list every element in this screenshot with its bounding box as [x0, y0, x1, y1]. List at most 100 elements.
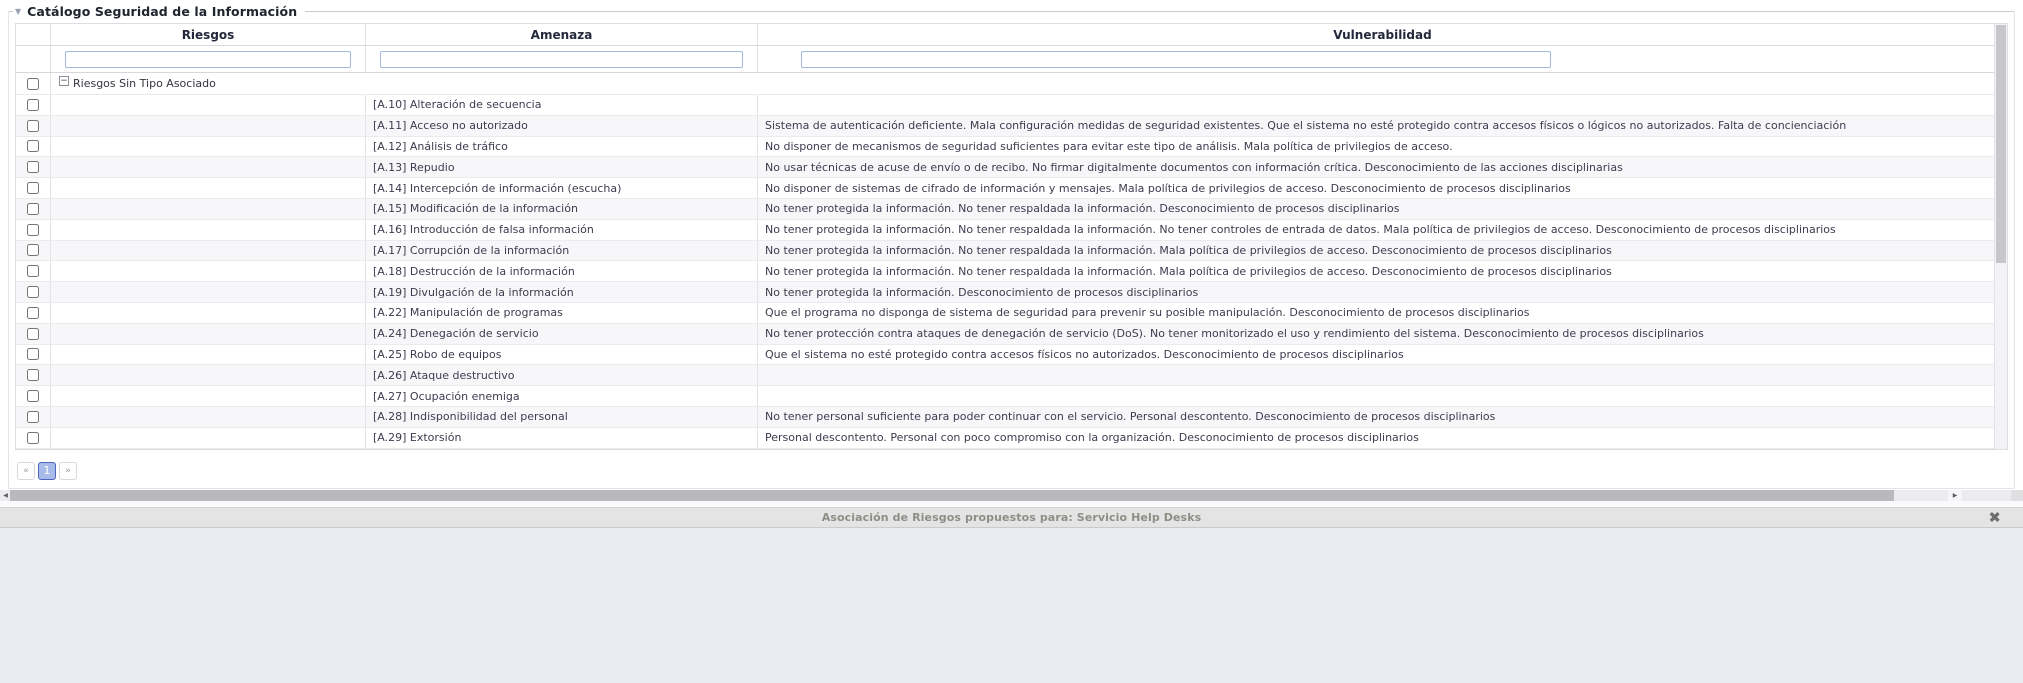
scroll-right-icon[interactable]: ▶	[1948, 490, 1962, 501]
amenaza-cell: [A.29] Extorsión	[366, 428, 758, 448]
vulnerabilidad-cell: Que el programa no disponga de sistema d…	[758, 303, 2007, 323]
table-row[interactable]: [A.24] Denegación de servicio No tener p…	[16, 324, 2007, 345]
collapse-group-icon[interactable]: −	[59, 76, 69, 86]
vulnerabilidad-cell: No disponer de sistemas de cifrado de in…	[758, 178, 2007, 198]
group-checkbox[interactable]	[27, 78, 39, 90]
amenaza-cell: [A.15] Modificación de la información	[366, 199, 758, 219]
vulnerabilidad-cell	[758, 365, 2007, 385]
table-row[interactable]: [A.22] Manipulación de programas Que el …	[16, 303, 2007, 324]
amenaza-cell: [A.28] Indisponibilidad del personal	[366, 407, 758, 427]
vulnerabilidad-cell: Sistema de autenticación deficiente. Mal…	[758, 116, 2007, 136]
row-checkbox[interactable]	[27, 120, 39, 132]
vulnerabilidad-cell: No tener protegida la información. No te…	[758, 241, 2007, 261]
amenaza-cell: [A.27] Ocupación enemiga	[366, 386, 758, 406]
risk-table: Riesgos Amenaza Vulnerabilidad − Riesgos…	[15, 23, 2008, 450]
footer-title: Asociación de Riesgos propuestos para: S…	[822, 511, 1202, 524]
panel-header: ▼ Catálogo Seguridad de la Información	[13, 4, 305, 19]
row-checkbox[interactable]	[27, 161, 39, 173]
header-checkbox-cell	[16, 24, 51, 45]
row-checkbox[interactable]	[27, 265, 39, 277]
vertical-scrollbar-thumb[interactable]	[1996, 25, 2006, 263]
vulnerabilidad-cell: No tener protección contra ataques de de…	[758, 324, 2007, 344]
vulnerabilidad-cell: No tener protegida la información. Desco…	[758, 282, 2007, 302]
riesgos-filter-input[interactable]	[65, 51, 351, 68]
pagination-prev-button[interactable]: «	[17, 462, 35, 480]
amenaza-cell: [A.24] Denegación de servicio	[366, 324, 758, 344]
pagination: « 1 »	[17, 462, 2008, 480]
vulnerabilidad-cell: No disponer de mecanismos de seguridad s…	[758, 137, 2007, 157]
row-checkbox[interactable]	[27, 369, 39, 381]
amenaza-cell: [A.13] Repudio	[366, 157, 758, 177]
table-filter-row	[16, 46, 2007, 73]
collapse-panel-icon[interactable]: ▼	[15, 8, 21, 16]
amenaza-cell: [A.19] Divulgación de la información	[366, 282, 758, 302]
row-checkbox[interactable]	[27, 432, 39, 444]
group-row-riesgos-sin-tipo: − Riesgos Sin Tipo Asociado	[16, 73, 2007, 95]
table-row[interactable]: [A.15] Modificación de la información No…	[16, 199, 2007, 220]
table-row[interactable]: [A.17] Corrupción de la información No t…	[16, 241, 2007, 262]
horizontal-scrollbar[interactable]: ◀ ▶	[0, 490, 2023, 501]
pagination-page-1-button[interactable]: 1	[38, 462, 56, 480]
table-row[interactable]: [A.13] Repudio No usar técnicas de acuse…	[16, 157, 2007, 178]
vulnerabilidad-cell: No tener protegida la información. No te…	[758, 199, 2007, 219]
amenaza-cell: [A.12] Análisis de tráfico	[366, 137, 758, 157]
table-row[interactable]: [A.18] Destrucción de la información No …	[16, 261, 2007, 282]
table-row[interactable]: [A.19] Divulgación de la información No …	[16, 282, 2007, 303]
vulnerabilidad-cell: No usar técnicas de acuse de envío o de …	[758, 157, 2007, 177]
amenaza-cell: [A.26] Ataque destructivo	[366, 365, 758, 385]
column-header-amenaza: Amenaza	[366, 24, 758, 45]
amenaza-cell: [A.10] Alteración de secuencia	[366, 95, 758, 115]
close-icon[interactable]: ✖	[1988, 510, 2001, 525]
vulnerabilidad-cell	[758, 386, 2007, 406]
table-row[interactable]: [A.28] Indisponibilidad del personal No …	[16, 407, 2007, 428]
vulnerabilidad-cell	[758, 95, 2007, 115]
amenaza-cell: [A.25] Robo de equipos	[366, 345, 758, 365]
vulnerabilidad-filter-input[interactable]	[801, 51, 1551, 68]
row-checkbox[interactable]	[27, 307, 39, 319]
table-row[interactable]: [A.25] Robo de equipos Que el sistema no…	[16, 345, 2007, 366]
table-row[interactable]: [A.12] Análisis de tráfico No disponer d…	[16, 137, 2007, 158]
row-checkbox[interactable]	[27, 390, 39, 402]
row-checkbox[interactable]	[27, 286, 39, 298]
footer-bar: Asociación de Riesgos propuestos para: S…	[0, 507, 2023, 528]
row-checkbox[interactable]	[27, 348, 39, 360]
column-header-riesgos: Riesgos	[51, 24, 366, 45]
panel-title: Catálogo Seguridad de la Información	[27, 4, 297, 19]
vulnerabilidad-cell: No tener personal suficiente para poder …	[758, 407, 2007, 427]
table-row[interactable]: [A.16] Introducción de falsa información…	[16, 220, 2007, 241]
row-checkbox[interactable]	[27, 203, 39, 215]
column-header-vulnerabilidad: Vulnerabilidad	[758, 24, 2007, 45]
vulnerabilidad-cell: Personal descontento. Personal con poco …	[758, 428, 2007, 448]
table-row[interactable]: [A.29] Extorsión Personal descontento. P…	[16, 428, 2007, 449]
group-label: Riesgos Sin Tipo Asociado	[73, 77, 216, 90]
amenaza-cell: [A.17] Corrupción de la información	[366, 241, 758, 261]
row-checkbox[interactable]	[27, 224, 39, 236]
page-background	[0, 501, 2023, 683]
scrollbar-corner	[2011, 490, 2023, 501]
row-checkbox[interactable]	[27, 328, 39, 340]
vertical-scrollbar[interactable]	[1994, 24, 2007, 449]
amenaza-cell: [A.14] Intercepción de información (escu…	[366, 178, 758, 198]
row-checkbox[interactable]	[27, 411, 39, 423]
amenaza-cell: [A.16] Introducción de falsa información	[366, 220, 758, 240]
table-header-row: Riesgos Amenaza Vulnerabilidad	[16, 24, 2007, 46]
table-row[interactable]: [A.27] Ocupación enemiga	[16, 386, 2007, 407]
amenaza-filter-input[interactable]	[380, 51, 743, 68]
amenaza-cell: [A.11] Acceso no autorizado	[366, 116, 758, 136]
table-row[interactable]: [A.11] Acceso no autorizado Sistema de a…	[16, 116, 2007, 137]
catalog-panel: ▼ Catálogo Seguridad de la Información R…	[8, 4, 2015, 489]
row-checkbox[interactable]	[27, 99, 39, 111]
vulnerabilidad-cell: No tener protegida la información. No te…	[758, 220, 2007, 240]
pagination-next-button[interactable]: »	[59, 462, 77, 480]
table-row[interactable]: [A.14] Intercepción de información (escu…	[16, 178, 2007, 199]
row-checkbox[interactable]	[27, 140, 39, 152]
row-checkbox[interactable]	[27, 182, 39, 194]
vulnerabilidad-cell: No tener protegida la información. No te…	[758, 261, 2007, 281]
horizontal-scrollbar-thumb[interactable]	[10, 490, 1894, 501]
table-row[interactable]: [A.10] Alteración de secuencia	[16, 95, 2007, 116]
amenaza-cell: [A.22] Manipulación de programas	[366, 303, 758, 323]
vulnerabilidad-cell: Que el sistema no esté protegido contra …	[758, 345, 2007, 365]
table-row[interactable]: [A.26] Ataque destructivo	[16, 365, 2007, 386]
row-checkbox[interactable]	[27, 244, 39, 256]
amenaza-cell: [A.18] Destrucción de la información	[366, 261, 758, 281]
